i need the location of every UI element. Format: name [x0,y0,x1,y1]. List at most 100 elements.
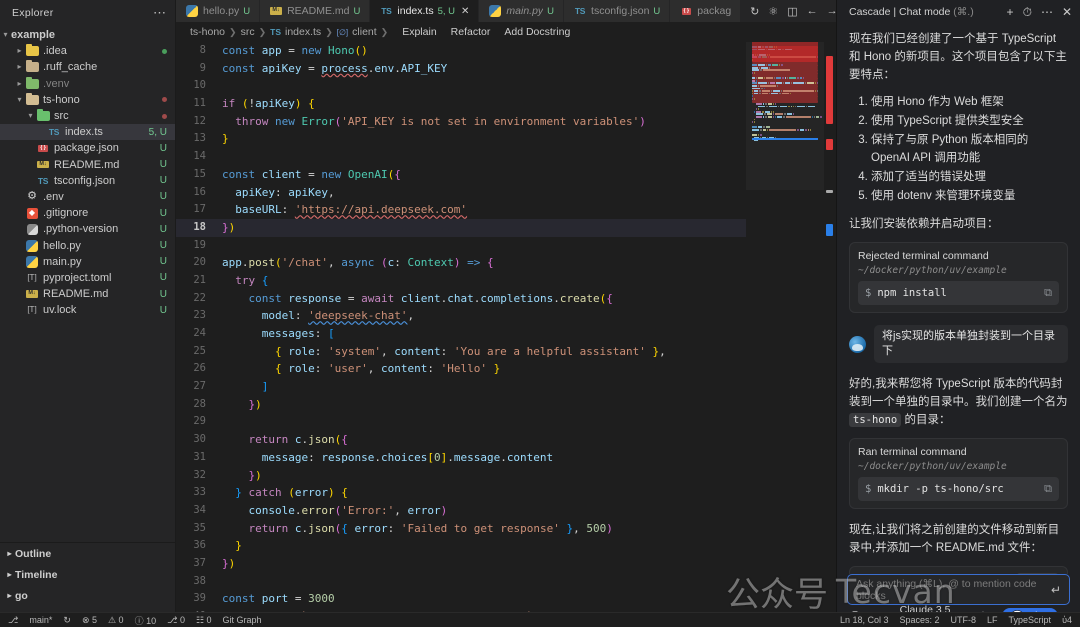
ran-command-block[interactable]: $ mkdir -p ts-hono/src ⧉ [858,477,1059,501]
code-line-39: 39 const port = 3000 [176,590,746,608]
split-editor-icon[interactable]: ◫ [787,5,797,18]
toml-icon: [T] [27,305,37,315]
rejected-command-block[interactable]: $ npm install ⧉ [858,281,1059,305]
codelens-explain[interactable]: Explain [402,26,436,38]
codelens-add-docstring[interactable]: Add Docstring [504,26,570,38]
back-icon[interactable]: ← [807,5,818,17]
tree-item-index-ts[interactable]: TS index.ts 5, U [0,124,175,141]
status-errors[interactable]: ⊗ 5 [82,615,97,626]
cascade-conversation[interactable]: 现在我们已经创建了一个基于 TypeScript 和 Hono 的新项目。这个项… [837,24,1080,574]
breadcrumb-src[interactable]: src [241,26,255,38]
status-bar: ⎇ main* ↻ ⊗ 5 ⚠ 0 ⓘ 10 ⎇ 0 ☷ 0 Git Graph Ln 18, … [0,612,1080,627]
status-eol[interactable]: LF [987,615,998,625]
tree-item-hello-py[interactable]: hello.py U [0,237,175,253]
more-icon[interactable]: ⋯ [1041,6,1053,18]
tree-item-main-py[interactable]: main.py U [0,254,175,270]
status-language-mode[interactable]: TypeScript [1009,615,1052,625]
tree-item-badge: U [159,240,167,252]
tree-item-label: .gitignore [43,207,89,220]
code-line-38: 38 [176,573,746,591]
status-remote-icon[interactable]: ⎇ [8,615,18,626]
tree-item-readme-md[interactable]: M↓ README.md U [0,157,175,173]
line-number: 31 [193,450,206,463]
line-content: model: 'deepseek-chat', [261,309,415,323]
enter-icon[interactable]: ↵ [1051,583,1061,597]
tab-hello-py[interactable]: hello.py U [176,0,261,22]
history-icon[interactable]: ↻ [750,5,759,18]
line-number: 39 [193,592,206,605]
tree-item-badge: U [159,191,167,203]
tree-item-tsconfig-json[interactable]: TS tsconfig.json U [0,173,175,189]
breadcrumb-index-ts[interactable]: index.ts [285,26,321,38]
line-number: 16 [193,185,206,198]
cascade-title-text: Cascade | Chat mode [849,6,951,18]
tree-item-badge: U [159,223,167,235]
json-icon: { } [681,7,691,15]
status-ports[interactable]: ⎇ 0 [167,615,185,626]
explorer-more-icon[interactable]: ⋯ [153,5,167,21]
status-warnings[interactable]: ⚠ 0 [108,615,124,626]
new-chat-icon[interactable]: + [1007,6,1014,18]
tree-item--idea[interactable]: ▸ .idea [0,43,175,59]
tab-packag[interactable]: { } packag [670,0,742,22]
run-test-icon[interactable]: ⚛ [768,5,778,18]
chat-input[interactable]: Ask anything (⌘L), @ to mention code blo… [847,574,1070,605]
line-content: }) [248,468,262,482]
status-indent[interactable]: Spaces: 2 [899,615,939,625]
sidebar-section-label: Timeline [15,568,58,581]
forward-icon[interactable]: → [827,5,836,17]
code-text-area[interactable]: 8 const app = new Hono() 9 const apiKey = p… [176,42,746,627]
status-branch-text[interactable]: main* [29,615,52,625]
close-icon[interactable]: ✕ [461,6,469,17]
status-bell-icon[interactable]: ὑ4 [1062,615,1072,625]
history-icon[interactable]: ⏱ [1023,6,1032,18]
copy-icon[interactable]: ⧉ [1044,286,1052,300]
tree-item--gitignore[interactable]: ◆ .gitignore U [0,205,175,221]
tree-item-label: .ruff_cache [43,61,98,74]
tree-item-ts-hono[interactable]: ▾ ts-hono [0,92,175,108]
tree-item--python-version[interactable]: .python-version U [0,221,175,237]
line-number: 14 [193,150,206,163]
status-db[interactable]: ☷ 0 [196,615,212,626]
tab-main-py[interactable]: main.py U [479,0,565,22]
code-line-18: 18}) [176,218,746,237]
tab-tsconfig-json[interactable]: TS tsconfig.json U [564,0,671,22]
line-number: 20 [193,256,206,269]
editor-scrollbar[interactable] [824,42,836,627]
tree-item--venv[interactable]: ▸ .venv [0,76,175,92]
line-content: return c.json({ [248,433,348,447]
tree-root-example[interactable]: ▾ example [0,27,175,43]
python-icon [185,5,199,18]
file-tree[interactable]: ▾ example ▸ .idea ▸ .ruff_cache ▸ .venv ▾ ts-ho… [0,26,175,542]
status-right-group: Ln 18, Col 3 Spaces: 2 UTF-8 LF TypeScript ὑ4 [840,615,1072,625]
copy-icon[interactable]: ⧉ [1044,482,1052,496]
sidebar-section-outline[interactable]: ▸ Outline [0,543,175,564]
typescript-icon: TS [48,126,60,137]
codelens-refactor[interactable]: Refactor [451,26,491,38]
tab-badge: 5, U [437,5,456,17]
open-diff-button[interactable]: Open diff [1016,573,1059,574]
tab-readme-md[interactable]: M↓ README.md U [260,0,371,22]
tab-label: tsconfig.json [591,5,650,17]
sidebar-section-timeline[interactable]: ▸ Timeline [0,564,175,585]
status-encoding[interactable]: UTF-8 [951,615,977,625]
cascade-title-shortcut: (⌘.) [953,6,974,18]
tab-index-ts[interactable]: TS index.ts 5, U ✕ [370,0,480,22]
line-number: 32 [193,468,206,481]
breadcrumb-client[interactable]: client [352,26,377,38]
minimap[interactable] [746,42,824,627]
tree-item-readme-md[interactable]: M↓ README.md U [0,286,175,302]
status-line-col[interactable]: Ln 18, Col 3 [840,615,889,625]
tree-item--ruff-cache[interactable]: ▸ .ruff_cache [0,59,175,75]
tree-item-uv-lock[interactable]: [T] uv.lock U [0,302,175,318]
tree-item-src[interactable]: ▾ src [0,108,175,124]
status-infos[interactable]: ⓘ 10 [135,614,157,627]
tree-item-pyproject-toml[interactable]: [T] pyproject.toml U [0,270,175,286]
tree-item-package-json[interactable]: { } package.json U [0,140,175,156]
close-icon[interactable]: ✕ [1062,6,1072,18]
status-sync-icon[interactable]: ↻ [63,615,71,626]
breadcrumb-ts-hono[interactable]: ts-hono [190,26,225,38]
tree-item--env[interactable]: ⚙ .env U [0,189,175,205]
sidebar-section-go[interactable]: ▸ go [0,585,175,606]
status-git-graph[interactable]: Git Graph [223,615,262,625]
